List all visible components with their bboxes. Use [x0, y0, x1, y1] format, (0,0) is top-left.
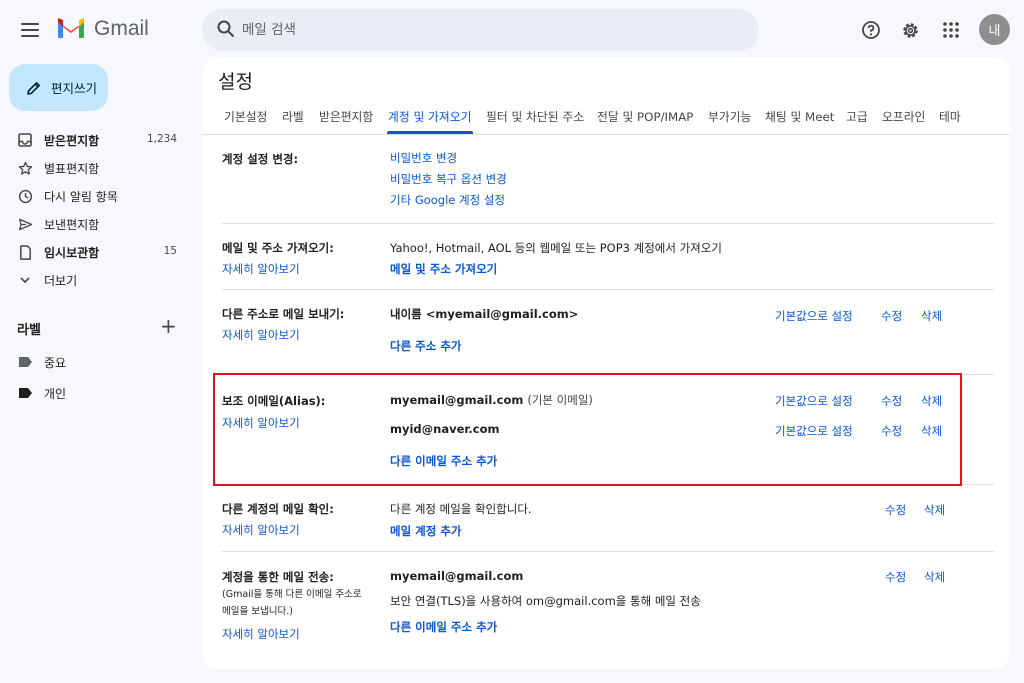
change-password-link[interactable]: 비밀번호 변경 [390, 150, 457, 166]
learn-more-link[interactable]: 자세히 알아보기 [222, 327, 300, 343]
delete-button[interactable]: 삭제 [924, 569, 945, 585]
section-check-mail: 다른 계정의 메일 확인: 자세히 알아보기 다른 계정 메일을 확인합니다. … [222, 485, 994, 552]
search-input[interactable] [242, 9, 742, 51]
unread-count: 1,234 [146, 133, 177, 145]
search-bar[interactable] [202, 9, 759, 51]
tab-filters[interactable]: 필터 및 차단된 주소 [486, 108, 584, 125]
sidebar-item-snoozed[interactable]: 다시 알림 항목 [0, 182, 195, 210]
app-name: Gmail [94, 17, 149, 40]
section-label: 다른 계정의 메일 확인: [222, 502, 334, 516]
sidebar-item-label: 보낸편지함 [44, 218, 100, 232]
delete-button[interactable]: 삭제 [924, 502, 945, 518]
delete-button[interactable]: 삭제 [921, 308, 942, 324]
section-change-account: 계정 설정 변경: 비밀번호 변경 비밀번호 복구 옵션 변경 기타 Googl… [222, 136, 994, 224]
avatar[interactable]: 내 [979, 14, 1010, 45]
section-note: (Gmail을 통해 다른 이메일 주소로 [222, 589, 362, 600]
draft-file-icon [17, 244, 33, 260]
tab-offline[interactable]: 오프라인 [882, 108, 925, 125]
pencil-icon [27, 81, 40, 95]
tab-accounts-import[interactable]: 계정 및 가져오기 [388, 108, 471, 125]
sidebar-item-label: 별표편지함 [44, 162, 100, 176]
add-label-icon[interactable]: + [160, 316, 177, 336]
sidebar-item-inbox[interactable]: 받은편지함 1,234 [0, 126, 195, 154]
section-send-through: 계정을 통한 메일 전송: (Gmail을 통해 다른 이메일 주소로 메일을 … [222, 552, 994, 657]
draft-count: 15 [163, 245, 177, 257]
send-through-email: myemail@gmail.com [390, 569, 524, 583]
label-tag-icon [17, 354, 33, 370]
set-default-button[interactable]: 기본값으로 설정 [775, 308, 853, 324]
highlight-box [213, 373, 962, 486]
section-label: 다른 주소로 메일 보내기: [222, 307, 345, 321]
section-label: 계정 설정 변경: [222, 152, 299, 166]
star-icon [17, 160, 33, 176]
add-another-email-button[interactable]: 다른 이메일 주소 추가 [390, 619, 497, 635]
section-note: 메일을 보냅니다.) [222, 606, 293, 617]
apps-grid-icon[interactable] [939, 18, 963, 42]
edit-button[interactable]: 수정 [885, 502, 906, 518]
labels-heading: 라벨 [17, 323, 41, 338]
tab-labels[interactable]: 라벨 [282, 108, 304, 125]
search-icon[interactable] [216, 19, 236, 39]
sidebar-item-more[interactable]: 더보기 [0, 266, 195, 294]
send-as-entry: 내이름 <myemail@gmail.com> [390, 307, 579, 321]
tab-advanced[interactable]: 고급 [846, 108, 868, 125]
google-account-settings-link[interactable]: 기타 Google 계정 설정 [390, 192, 505, 208]
change-recovery-link[interactable]: 비밀번호 복구 옵션 변경 [390, 171, 507, 187]
sidebar-label-name: 개인 [44, 387, 67, 401]
compose-button[interactable]: 편지쓰기 [9, 64, 108, 111]
sidebar-label-important[interactable]: 중요 [0, 348, 195, 376]
sidebar-item-label: 다시 알림 항목 [44, 190, 118, 204]
sidebar-label-personal[interactable]: 개인 [0, 379, 195, 407]
page-title: 설정 [218, 71, 253, 93]
add-mail-account-button[interactable]: 메일 계정 추가 [390, 523, 462, 539]
import-description: Yahoo!, Hotmail, AOL 등의 웹메일 또는 POP3 계정에서… [390, 241, 722, 255]
edit-button[interactable]: 수정 [885, 569, 906, 585]
settings-panel: 설정 기본설정 라벨 받은편지함 계정 및 가져오기 필터 및 차단된 주소 전… [202, 57, 1010, 669]
tab-addons[interactable]: 부가기능 [708, 108, 751, 125]
add-another-address-button[interactable]: 다른 주소 추가 [390, 338, 462, 354]
main-menu-icon[interactable] [18, 18, 42, 42]
gear-icon[interactable] [898, 18, 922, 42]
label-tag-icon [17, 385, 33, 401]
sidebar-item-sent[interactable]: 보낸편지함 [0, 210, 195, 238]
sidebar-item-label: 임시보관함 [44, 246, 100, 260]
top-bar: Gmail 내 [0, 0, 1024, 60]
import-mail-button[interactable]: 메일 및 주소 가져오기 [390, 261, 497, 277]
tab-inbox[interactable]: 받은편지함 [319, 108, 373, 125]
inbox-icon [17, 132, 33, 148]
sidebar-label-name: 중요 [44, 356, 67, 370]
sidebar-item-label: 받은편지함 [44, 134, 100, 148]
sidebar-item-drafts[interactable]: 임시보관함 15 [0, 238, 195, 266]
tab-chat-meet[interactable]: 채팅 및 Meet [765, 108, 834, 125]
learn-more-link[interactable]: 자세히 알아보기 [222, 626, 300, 642]
learn-more-link[interactable]: 자세히 알아보기 [222, 261, 300, 277]
sidebar-item-label: 더보기 [44, 274, 78, 288]
compose-label: 편지쓰기 [51, 81, 98, 96]
section-label: 메일 및 주소 가져오기: [222, 241, 334, 255]
tab-forwarding-pop-imap[interactable]: 전달 및 POP/IMAP [597, 108, 693, 125]
active-tab-indicator [387, 131, 473, 134]
edit-button[interactable]: 수정 [881, 308, 902, 324]
sidebar-item-starred[interactable]: 별표편지함 [0, 154, 195, 182]
section-label: 계정을 통한 메일 전송: [222, 570, 334, 584]
section-import-mail: 메일 및 주소 가져오기: 자세히 알아보기 Yahoo!, Hotmail, … [222, 224, 994, 290]
send-icon [17, 216, 33, 232]
help-icon[interactable] [859, 18, 883, 42]
learn-more-link[interactable]: 자세히 알아보기 [222, 522, 300, 538]
settings-tabs: 기본설정 라벨 받은편지함 계정 및 가져오기 필터 및 차단된 주소 전달 및… [202, 105, 1010, 135]
tab-general[interactable]: 기본설정 [224, 108, 267, 125]
check-mail-description: 다른 계정 메일을 확인합니다. [390, 502, 532, 516]
tab-themes[interactable]: 테마 [939, 108, 961, 125]
send-through-description: 보안 연결(TLS)을 사용하여 om@gmail.com을 통해 메일 전송 [390, 594, 701, 608]
chevron-down-icon [17, 272, 33, 288]
gmail-logo-icon[interactable] [56, 16, 86, 40]
section-send-as: 다른 주소로 메일 보내기: 자세히 알아보기 내이름 <myemail@gma… [222, 290, 994, 375]
clock-icon [17, 188, 33, 204]
